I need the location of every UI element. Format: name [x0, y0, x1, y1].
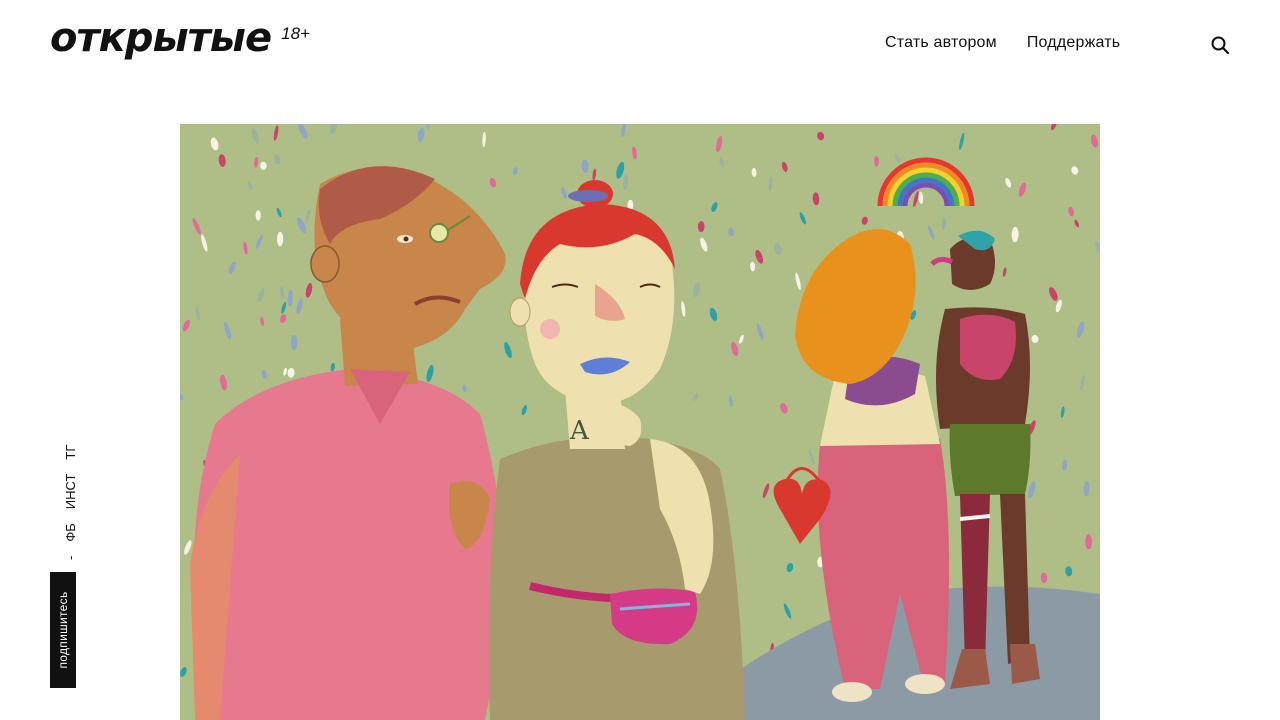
logo-text: открытые: [50, 15, 272, 61]
social-separator: -: [63, 555, 78, 560]
nav-become-author[interactable]: Стать автором: [885, 34, 997, 52]
rainbow-icon: [877, 157, 975, 207]
person-red-hair-woman: A: [488, 180, 745, 720]
svg-text:A: A: [569, 416, 590, 446]
search-icon[interactable]: [1209, 34, 1231, 56]
subscribe-label: подпишитесь: [56, 591, 70, 669]
page: открытые 18+ Стать автором Поддержать - …: [0, 0, 1280, 720]
subscribe-button[interactable]: подпишитесь: [50, 572, 76, 688]
person-orange-hair-woman: [773, 229, 949, 702]
person-man-glasses: [190, 166, 510, 720]
nav-support[interactable]: Поддержать: [1027, 34, 1120, 52]
illustration-art: A: [180, 124, 1100, 720]
social-link-tg[interactable]: ТГ: [63, 445, 78, 460]
social-link-inst[interactable]: ИНСТ: [63, 474, 78, 510]
age-rating: 18+: [281, 24, 310, 43]
social-links: - ФБ ИНСТ ТГ: [63, 445, 78, 560]
main-nav: Стать автором Поддержать: [885, 34, 1120, 52]
social-link-fb[interactable]: ФБ: [63, 523, 78, 541]
site-logo[interactable]: открытые 18+: [50, 14, 310, 62]
hero-illustration[interactable]: A: [180, 124, 1100, 720]
